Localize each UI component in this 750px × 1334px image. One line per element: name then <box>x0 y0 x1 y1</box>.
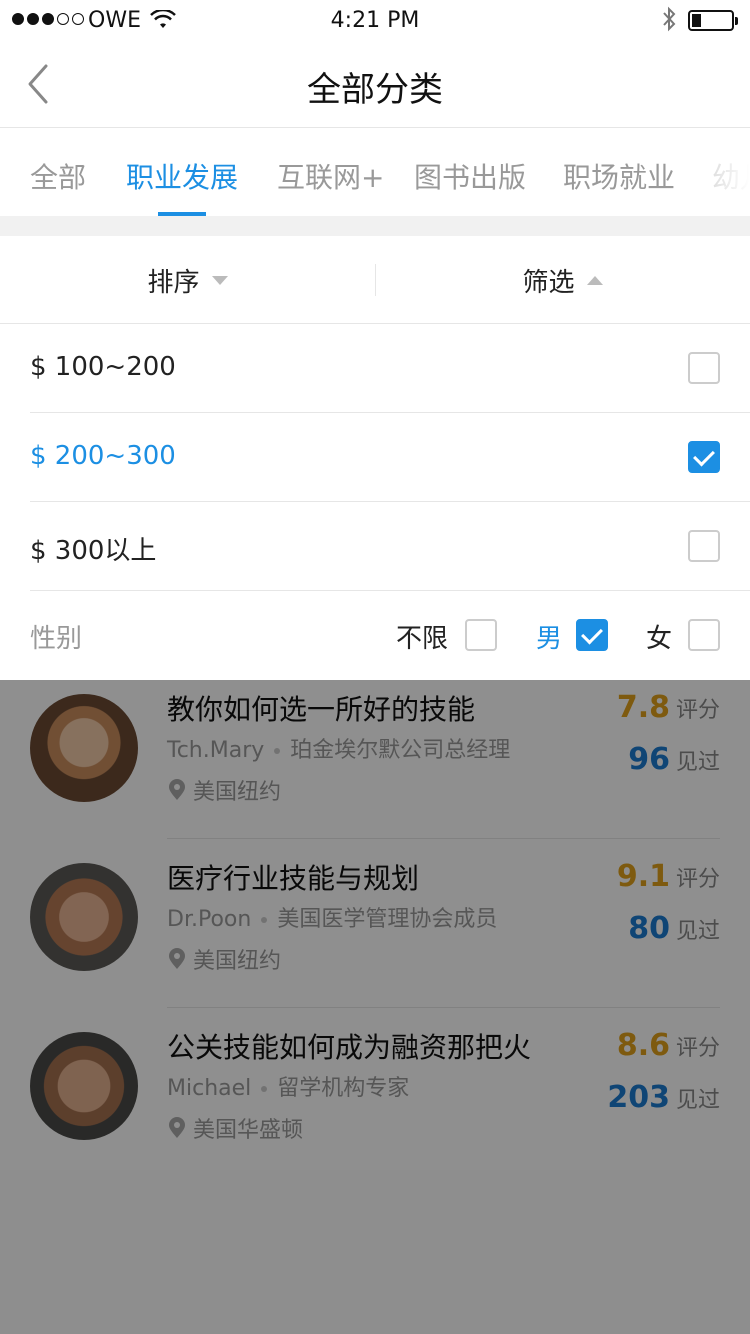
price-option-label: $ 200~300 <box>30 441 176 471</box>
dim-overlay-bottom[interactable] <box>0 1170 750 1334</box>
navigation-bar: 全部分类 <box>0 40 750 128</box>
gender-male-label: 男 <box>536 624 563 654</box>
price-option-100-200[interactable]: $ 100~200 <box>0 324 750 413</box>
gender-female-checkbox[interactable] <box>688 619 720 651</box>
sort-label: 排序 <box>147 267 200 298</box>
price-checkbox[interactable] <box>688 352 720 384</box>
tab-internet[interactable]: 互联网+ <box>277 156 384 196</box>
status-bar: OWE 4:21 PM <box>0 0 750 40</box>
filter-label: 筛选 <box>522 267 575 298</box>
price-checkbox[interactable] <box>688 530 720 562</box>
gender-label: 性别 <box>30 624 83 654</box>
section-gap <box>0 216 750 236</box>
price-option-label: $ 100~200 <box>30 352 176 382</box>
gender-any-checkbox[interactable] <box>465 619 497 651</box>
sort-filter-bar: 排序 筛选 <box>0 236 750 324</box>
page-title: 全部分类 <box>307 70 443 110</box>
caret-up-icon <box>586 275 603 285</box>
gender-female-label: 女 <box>646 624 673 654</box>
sort-button[interactable]: 排序 <box>0 236 375 324</box>
price-option-label: $ 300以上 <box>30 536 157 566</box>
tab-career[interactable]: 职业发展 <box>126 156 238 196</box>
filter-panel: $ 100~200 $ 200~300 $ 300以上 性别 不限 男 女 <box>0 324 750 680</box>
bluetooth-icon <box>662 6 676 38</box>
caret-down-icon <box>211 275 228 285</box>
gender-any-label: 不限 <box>396 624 449 654</box>
tab-all[interactable]: 全部 <box>30 156 86 196</box>
battery-icon <box>688 10 738 31</box>
tabs-fade <box>690 128 750 216</box>
filter-button[interactable]: 筛选 <box>375 236 750 324</box>
gender-male-checkbox[interactable] <box>576 619 608 651</box>
status-time: 4:21 PM <box>330 8 420 33</box>
price-checkbox[interactable] <box>688 441 720 473</box>
gender-row: 性别 不限 男 女 <box>0 591 750 680</box>
tab-books[interactable]: 图书出版 <box>414 156 526 196</box>
tab-employment[interactable]: 职场就业 <box>563 156 675 196</box>
category-tabs: 全部 职业发展 互联网+ 图书出版 职场就业 幼儿 <box>0 128 750 216</box>
price-option-300-plus[interactable]: $ 300以上 <box>0 502 750 591</box>
price-option-200-300[interactable]: $ 200~300 <box>0 413 750 502</box>
